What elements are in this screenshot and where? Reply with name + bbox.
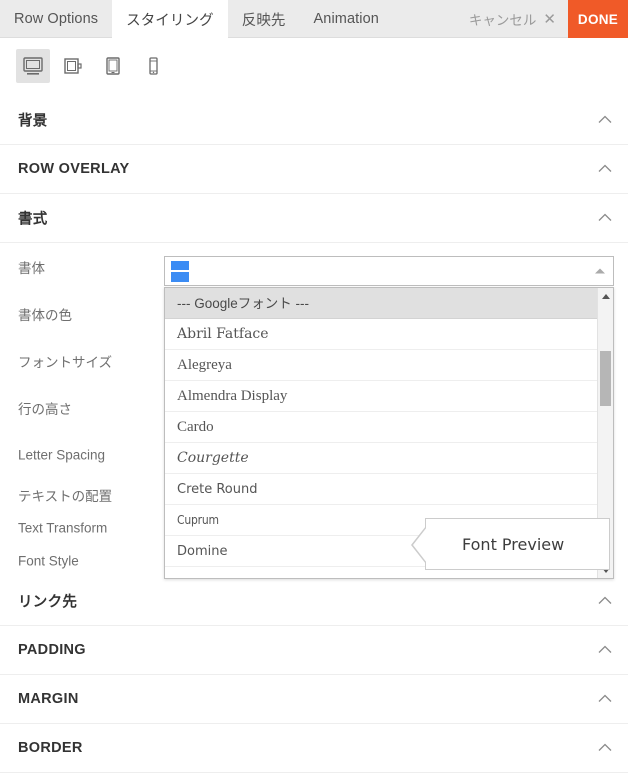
text-selection-highlight: [171, 261, 189, 282]
section-typography[interactable]: 書式: [0, 194, 628, 243]
tablet-icon: [102, 56, 124, 76]
scroll-up-arrow-icon[interactable]: [598, 288, 613, 304]
list-item[interactable]: Crete Round: [165, 474, 598, 505]
section-title-margin: MARGIN: [18, 691, 79, 707]
section-title-typography: 書式: [18, 211, 48, 228]
cancel-label: キャンセル: [468, 13, 537, 28]
label-text-align: テキストの配置: [18, 488, 113, 504]
label-font-size: フォントサイズ: [18, 354, 113, 370]
section-title-padding: PADDING: [18, 642, 86, 658]
section-row-overlay[interactable]: ROW OVERLAY: [0, 145, 628, 194]
header-actions: キャンセル ✕ DONE: [469, 0, 628, 38]
chevron-up-icon[interactable]: [596, 690, 614, 708]
tab-animation[interactable]: Animation: [300, 0, 393, 38]
device-toggle-mobile[interactable]: [136, 49, 170, 83]
label-font-style: Font Style: [18, 553, 79, 568]
font-preview-text: Font Preview: [462, 534, 565, 554]
cancel-button[interactable]: キャンセル ✕: [469, 0, 568, 38]
desktop-icon: [22, 56, 44, 76]
section-padding[interactable]: PADDING: [0, 626, 628, 675]
list-item[interactable]: Almendra Display: [165, 381, 598, 412]
close-icon[interactable]: ✕: [543, 12, 556, 27]
laptop-icon: [62, 56, 84, 76]
tab-bar: Row Options スタイリング 反映先 Animation: [0, 0, 393, 38]
tab-row-options[interactable]: Row Options: [0, 0, 112, 38]
section-title-row-overlay: ROW OVERLAY: [18, 161, 130, 177]
list-item[interactable]: Cardo: [165, 412, 598, 443]
device-toggle-tablet[interactable]: [96, 49, 130, 83]
mobile-icon: [142, 56, 164, 76]
chevron-up-icon[interactable]: [596, 160, 614, 178]
responsive-device-bar: [0, 38, 628, 96]
chevron-up-icon[interactable]: [596, 739, 614, 757]
list-item[interactable]: Courgette: [165, 443, 598, 474]
chevron-up-icon[interactable]: [595, 268, 605, 274]
tooltip-arrow-fill: [413, 527, 427, 563]
dialog-header: Row Options スタイリング 反映先 Animation キャンセル ✕…: [0, 0, 628, 38]
label-font-family: 書体: [18, 260, 45, 276]
done-button[interactable]: DONE: [568, 0, 628, 38]
chevron-up-icon[interactable]: [596, 592, 614, 610]
label-letter-spacing: Letter Spacing: [18, 447, 106, 462]
device-toggle-laptop[interactable]: [56, 49, 90, 83]
list-item[interactable]: Alegreya: [165, 350, 598, 381]
chevron-up-icon[interactable]: [596, 111, 614, 129]
section-title-background: 背景: [18, 113, 48, 130]
tab-apply-to[interactable]: 反映先: [228, 0, 300, 38]
section-title-border: BORDER: [18, 740, 83, 756]
label-line-height: 行の高さ: [18, 401, 72, 417]
section-background[interactable]: 背景: [0, 96, 628, 145]
device-toggle-desktop[interactable]: [16, 49, 50, 83]
font-family-select-wrapper: --- Googleフォント --- Abril Fatface Alegrey…: [164, 256, 614, 579]
font-option-group-header: --- Googleフォント ---: [165, 288, 598, 319]
section-margin[interactable]: MARGIN: [0, 675, 628, 724]
chevron-up-icon[interactable]: [596, 209, 614, 227]
chevron-up-icon[interactable]: [596, 641, 614, 659]
section-border[interactable]: BORDER: [0, 724, 628, 773]
font-family-select[interactable]: [164, 256, 614, 286]
section-link[interactable]: リンク先: [0, 577, 628, 626]
list-item[interactable]: Abril Fatface: [165, 319, 598, 350]
section-title-link: リンク先: [18, 594, 78, 611]
tab-styling[interactable]: スタイリング: [112, 0, 228, 38]
label-text-transform: Text Transform: [18, 520, 108, 535]
scrollbar-thumb[interactable]: [600, 351, 611, 406]
font-preview-tooltip: Font Preview: [411, 518, 610, 570]
label-font-color: 書体の色: [18, 307, 72, 323]
